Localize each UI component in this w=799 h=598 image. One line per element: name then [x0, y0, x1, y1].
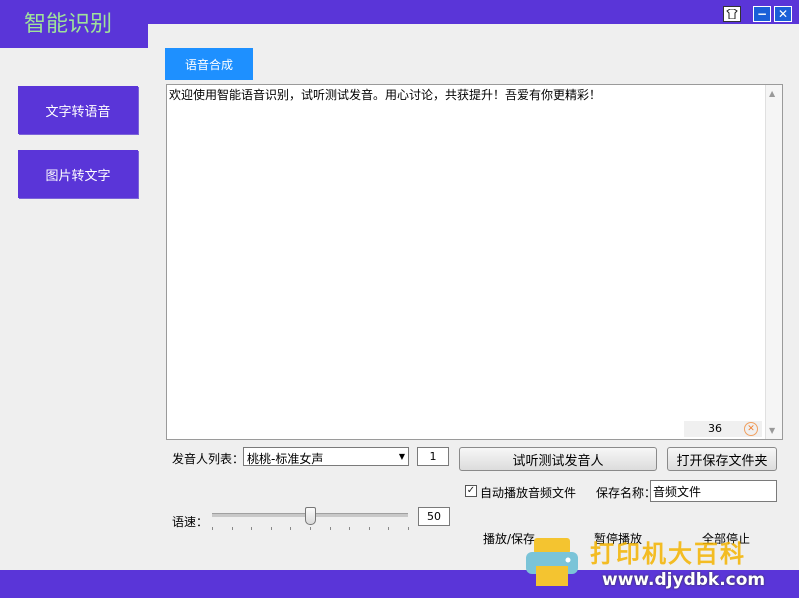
open-save-folder-button[interactable]: 打开保存文件夹	[667, 447, 777, 471]
speed-value-field[interactable]: 50	[418, 507, 450, 526]
autoplay-label: 自动播放音频文件	[480, 486, 577, 500]
clear-icon[interactable]: ✕	[744, 422, 758, 436]
char-count: 36	[708, 422, 722, 435]
voice-select-value: 桃桃-标准女声	[247, 452, 324, 466]
minimize-icon[interactable]: −	[753, 6, 771, 22]
slider-tick	[310, 527, 311, 530]
speed-label: 语速：	[172, 515, 209, 529]
chevron-down-icon: ▼	[398, 452, 405, 461]
close-icon[interactable]: ✕	[774, 6, 792, 22]
voice-count-field[interactable]: 1	[417, 447, 449, 466]
slider-tick	[388, 527, 390, 530]
title-bar-background	[140, 24, 799, 48]
slider-tick	[231, 527, 233, 530]
voice-select[interactable]: 桃桃-标准女声 ▼	[243, 447, 409, 466]
app-title: 智能识别	[8, 8, 148, 48]
speed-slider-thumb[interactable]	[305, 507, 316, 525]
watermark-url: www.djydbk.com	[602, 570, 766, 590]
slider-tick	[329, 527, 331, 530]
editor-scrollbar[interactable]: ▲ ▼	[765, 85, 782, 439]
scroll-up-icon[interactable]: ▲	[769, 89, 775, 98]
test-voice-button[interactable]: 试听测试发音人	[459, 447, 657, 471]
slider-tick	[408, 527, 409, 530]
voice-list-label: 发音人列表：	[172, 452, 245, 466]
slider-tick	[212, 527, 213, 530]
skin-icon[interactable]	[723, 6, 741, 22]
slider-tick	[368, 527, 370, 530]
nav-text-to-speech[interactable]: 文字转语音	[18, 86, 138, 134]
autoplay-checkbox[interactable]: ✓	[465, 485, 477, 497]
printer-logo-icon	[522, 536, 582, 588]
save-name-input[interactable]: 音频文件	[650, 480, 777, 502]
scroll-down-icon[interactable]: ▼	[769, 426, 775, 435]
char-counter: 36 ✕	[684, 421, 762, 437]
text-editor[interactable]: 欢迎使用智能语音识别，试听测试发音。用心讨论，共获提升！吾爱有你更精彩！ ▲ ▼…	[166, 84, 783, 440]
watermark-title: 打印机大百科	[590, 540, 746, 568]
nav-image-to-text[interactable]: 图片转文字	[18, 150, 138, 198]
slider-tick	[290, 527, 292, 530]
tab-speech-synthesis[interactable]: 语音合成	[165, 48, 253, 80]
slider-tick	[251, 527, 253, 530]
watermark: 打印机大百科 www.djydbk.com	[520, 528, 792, 594]
save-name-label: 保存名称：	[596, 486, 657, 500]
slider-tick	[349, 527, 351, 530]
editor-text: 欢迎使用智能语音识别，试听测试发音。用心讨论，共获提升！吾爱有你更精彩！	[169, 88, 602, 102]
slider-tick	[270, 527, 272, 530]
